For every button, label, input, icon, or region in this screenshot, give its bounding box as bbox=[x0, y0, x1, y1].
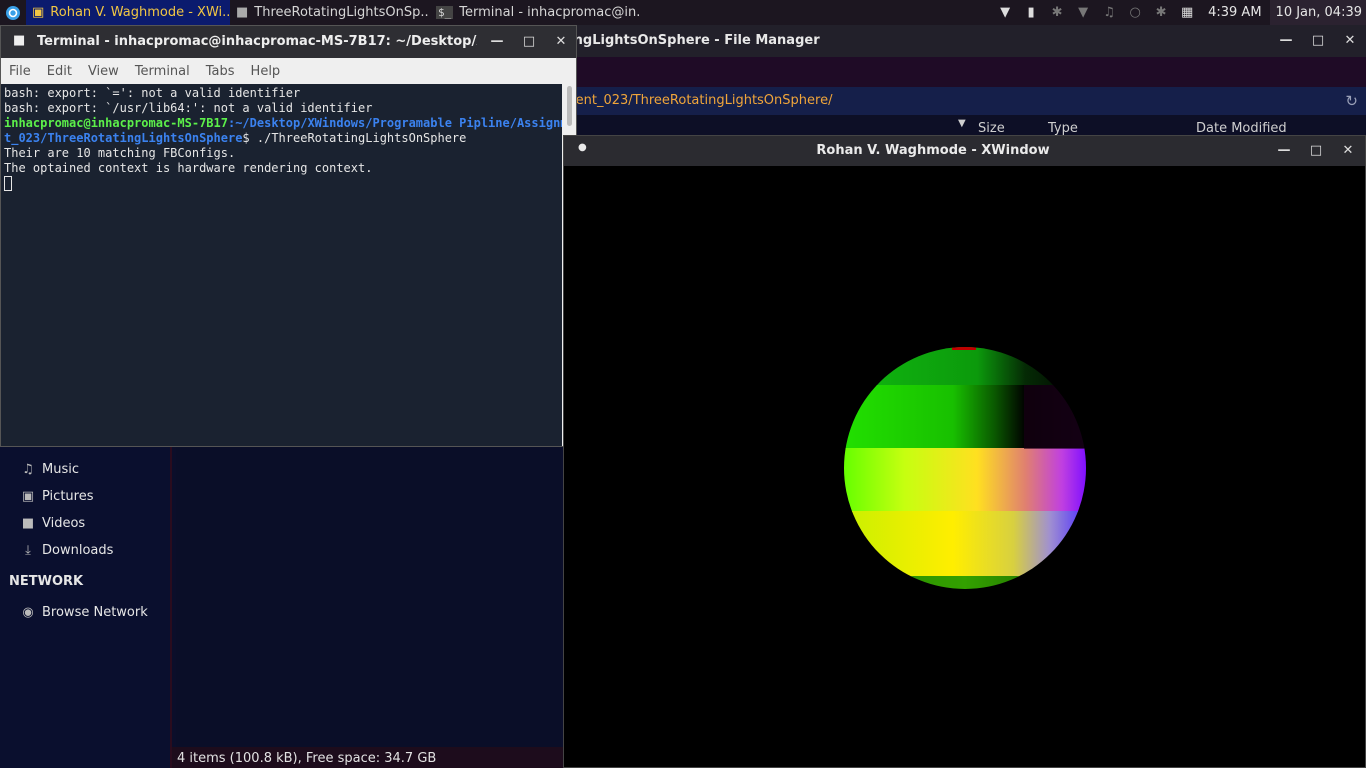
prompt-user: inhacpromac@inhacpromac-MS-7B17 bbox=[4, 116, 228, 130]
prompt-path: t_023/ThreeRotatingLightsOnSphere bbox=[4, 131, 243, 145]
xwindow-titlebar[interactable]: ● Rohan V. Waghmode - XWindow — □ ✕ bbox=[564, 136, 1365, 166]
taskbar-task-xwindow[interactable]: ▣ Rohan V. Waghmode - XWi... bbox=[26, 0, 230, 25]
menu-edit[interactable]: Edit bbox=[39, 64, 80, 79]
folder-icon: ■ bbox=[236, 5, 249, 20]
text-cursor bbox=[4, 176, 12, 191]
close-button[interactable]: ✕ bbox=[1338, 141, 1358, 161]
menu-file[interactable]: File bbox=[1, 64, 39, 79]
rotating-lights-sphere bbox=[844, 347, 1086, 589]
sidebar-item-label: Videos bbox=[42, 516, 86, 531]
scrollbar-thumb[interactable] bbox=[567, 86, 572, 126]
pictures-icon: ▣ bbox=[21, 489, 35, 504]
maximize-button[interactable]: □ bbox=[1308, 31, 1328, 51]
keyboard-icon[interactable]: ▦ bbox=[1174, 0, 1200, 25]
opengl-render-area[interactable] bbox=[564, 166, 1365, 767]
terminal-line: The optained context is hardware renderi… bbox=[4, 161, 373, 175]
music-icon: ♫ bbox=[22, 462, 34, 477]
task-label: ThreeRotatingLightsOnSp... bbox=[254, 5, 430, 20]
sidebar-item-label: Pictures bbox=[42, 489, 94, 504]
notification-icon[interactable]: ○ bbox=[1122, 0, 1148, 25]
clock[interactable]: 4:39 AM bbox=[1200, 5, 1269, 20]
terminal-title: Terminal - inhacpromac@inhacpromac-MS-7B… bbox=[37, 34, 477, 49]
minimize-button[interactable]: — bbox=[487, 32, 507, 52]
terminal-prompt-line: inhacpromac@inhacpromac-MS-7B17:~/Deskto… bbox=[4, 116, 562, 131]
close-button[interactable]: ✕ bbox=[551, 32, 571, 52]
menu-terminal[interactable]: Terminal bbox=[127, 64, 198, 79]
terminal-window: ■ Terminal - inhacpromac@inhacpromac-MS-… bbox=[0, 25, 577, 447]
task-label: Terminal - inhacpromac@in... bbox=[459, 5, 640, 20]
terminal-line: bash: export: `=': not a valid identifie… bbox=[4, 86, 301, 100]
terminal-titlebar[interactable]: ■ Terminal - inhacpromac@inhacpromac-MS-… bbox=[1, 26, 576, 58]
status-bar: 4 items (100.8 kB), Free space: 34.7 GB bbox=[172, 747, 566, 768]
date-clock[interactable]: 10 Jan, 04:39 bbox=[1269, 0, 1366, 25]
maximize-button[interactable]: □ bbox=[1306, 141, 1326, 161]
terminal-icon: $_ bbox=[436, 6, 454, 19]
sort-descending-icon[interactable]: ▼ bbox=[958, 118, 966, 129]
file-manager-title: tingLightsOnSphere - File Manager bbox=[563, 33, 820, 48]
sidebar-item-label: Music bbox=[42, 462, 79, 477]
xwindow-window: ● Rohan V. Waghmode - XWindow — □ ✕ bbox=[563, 135, 1366, 768]
sidebar-item-music[interactable]: ♫ Music bbox=[20, 462, 79, 477]
battery-icon[interactable]: ▮ bbox=[1018, 0, 1044, 25]
app-menu-button[interactable] bbox=[0, 0, 26, 25]
menu-tabs[interactable]: Tabs bbox=[198, 64, 243, 79]
taskbar-task-terminal[interactable]: $_ Terminal - inhacpromac@in... bbox=[430, 0, 640, 25]
network-heading: NETWORK bbox=[9, 574, 84, 589]
sidebar-item-pictures[interactable]: ▣ Pictures bbox=[20, 489, 94, 504]
bluetooth-status-icon[interactable]: ✱ bbox=[1148, 0, 1174, 25]
window-icon: ▣ bbox=[32, 5, 45, 20]
terminal-cursor-line bbox=[4, 176, 559, 191]
network-signal-icon[interactable]: ▼ bbox=[1070, 0, 1096, 25]
wifi-icon[interactable]: ▼ bbox=[992, 0, 1018, 25]
sidebar-item-label: Downloads bbox=[42, 543, 114, 558]
refresh-icon[interactable]: ↻ bbox=[1345, 92, 1358, 110]
bluetooth-icon[interactable]: ✱ bbox=[1044, 0, 1070, 25]
prompt-path: :~/Desktop/XWindows/Programable Pipline/… bbox=[227, 116, 562, 130]
close-button[interactable]: ✕ bbox=[1340, 31, 1360, 51]
terminal-line: Their are 10 matching FBConfigs. bbox=[4, 146, 236, 160]
terminal-line: bash: export: `/usr/lib64:': not a valid… bbox=[4, 101, 373, 115]
sidebar-item-label: Browse Network bbox=[42, 605, 148, 620]
location-path[interactable]: ment_023/ThreeRotatingLightsOnSphere/ bbox=[563, 93, 832, 108]
app-menu-icon bbox=[6, 5, 20, 20]
network-icon: ◉ bbox=[22, 605, 34, 620]
maximize-button[interactable]: □ bbox=[519, 32, 539, 52]
menu-help[interactable]: Help bbox=[243, 64, 289, 79]
volume-icon[interactable]: ♫ bbox=[1096, 0, 1122, 25]
downloads-icon: ⤓ bbox=[25, 543, 31, 558]
sidebar-item-videos[interactable]: ■ Videos bbox=[20, 516, 85, 531]
videos-icon: ■ bbox=[21, 516, 35, 531]
taskbar: ▣ Rohan V. Waghmode - XWi... ■ ThreeRota… bbox=[0, 0, 1366, 25]
xwindow-title: Rohan V. Waghmode - XWindow bbox=[816, 143, 1050, 158]
column-date-modified[interactable]: Date Modified bbox=[1196, 121, 1287, 136]
terminal-menubar: File Edit View Terminal Tabs Help bbox=[1, 58, 576, 84]
menu-view[interactable]: View bbox=[80, 64, 127, 79]
desktop: tingLightsOnSphere - File Manager — □ ✕ … bbox=[0, 0, 1366, 768]
minimize-button[interactable]: — bbox=[1274, 141, 1294, 161]
terminal-window-icon: ■ bbox=[13, 33, 26, 48]
column-type[interactable]: Type bbox=[1048, 121, 1078, 136]
terminal-output[interactable]: bash: export: `=': not a valid identifie… bbox=[1, 84, 562, 446]
taskbar-task-file-manager[interactable]: ■ ThreeRotatingLightsOnSp... bbox=[230, 0, 430, 25]
column-size[interactable]: Size bbox=[978, 121, 1005, 136]
system-tray: ▼ ▮ ✱ ▼ ♫ ○ ✱ ▦ 4:39 AM 10 Jan, 04:39 bbox=[992, 0, 1366, 25]
sidebar-item-browse-network[interactable]: ◉ Browse Network bbox=[20, 605, 148, 620]
prompt-command: $ ./ThreeRotatingLightsOnSphere bbox=[242, 131, 467, 145]
minimize-button[interactable]: — bbox=[1276, 31, 1296, 51]
sidebar-item-downloads[interactable]: ⤓ Downloads bbox=[20, 543, 113, 558]
terminal-prompt-line: t_023/ThreeRotatingLightsOnSphere$ ./Thr… bbox=[4, 131, 559, 146]
task-label: Rohan V. Waghmode - XWi... bbox=[50, 5, 230, 20]
